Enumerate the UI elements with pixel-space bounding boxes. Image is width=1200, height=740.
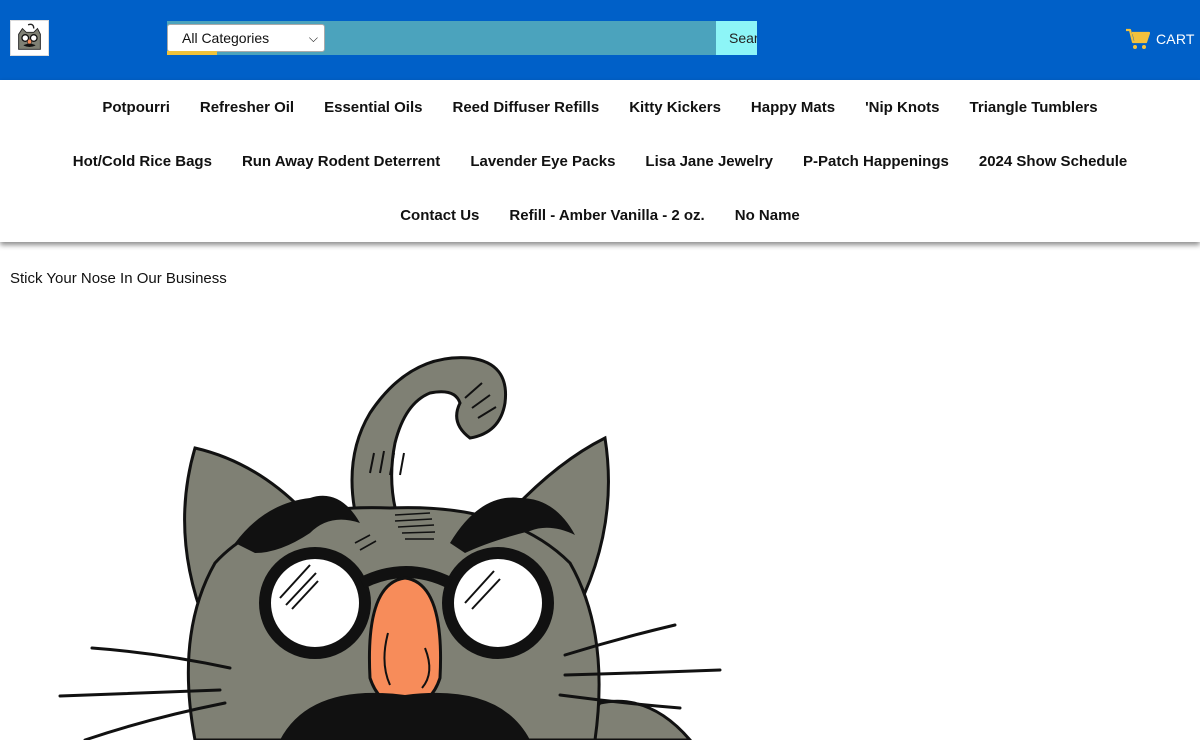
category-select-value: All Categories	[182, 30, 270, 46]
search-button[interactable]: Search	[716, 21, 757, 55]
category-select[interactable]: All Categories ⌵	[167, 24, 325, 52]
nav-item-happy-mats[interactable]: Happy Mats	[751, 99, 835, 116]
cart-label: CART	[1156, 31, 1195, 47]
nav-item-rodent-deterrent[interactable]: Run Away Rodent Deterrent	[242, 153, 440, 170]
nav-item-show-schedule[interactable]: 2024 Show Schedule	[979, 153, 1127, 170]
nav-item-p-patch-happenings[interactable]: P-Patch Happenings	[803, 153, 949, 170]
nav-item-kitty-kickers[interactable]: Kitty Kickers	[629, 99, 721, 116]
nav-row-1: Potpourri Refresher Oil Essential Oils R…	[0, 80, 1200, 134]
nav-item-essential-oils[interactable]: Essential Oils	[324, 99, 422, 116]
top-header-bar: All Categories ⌵ Search CART	[0, 0, 1200, 80]
nav-item-reed-diffuser-refills[interactable]: Reed Diffuser Refills	[452, 99, 599, 116]
hero-image	[10, 303, 786, 740]
nav-item-lisa-jane-jewelry[interactable]: Lisa Jane Jewelry	[645, 153, 773, 170]
nav-item-potpourri[interactable]: Potpourri	[102, 99, 170, 116]
nav-row-3: Contact Us Refill - Amber Vanilla - 2 oz…	[0, 188, 1200, 242]
site-logo[interactable]	[10, 20, 49, 56]
nav-item-contact-us[interactable]: Contact Us	[400, 207, 479, 224]
nav-item-no-name[interactable]: No Name	[735, 207, 800, 224]
nav-item-refresher-oil[interactable]: Refresher Oil	[200, 99, 294, 116]
chevron-down-icon: ⌵	[308, 31, 318, 45]
cat-logo-icon	[11, 21, 48, 55]
nav-item-nip-knots[interactable]: 'Nip Knots	[865, 99, 939, 116]
search-bar: All Categories ⌵ Search	[167, 21, 757, 55]
nav-item-triangle-tumblers[interactable]: Triangle Tumblers	[970, 99, 1098, 116]
cat-in-disguise-illustration-icon	[10, 303, 786, 740]
search-input[interactable]	[325, 21, 716, 55]
shopping-cart-icon	[1126, 28, 1150, 49]
main-navigation: Potpourri Refresher Oil Essential Oils R…	[0, 80, 1200, 242]
cart-link[interactable]: CART	[1126, 26, 1195, 52]
page-tagline: Stick Your Nose In Our Business	[10, 270, 227, 287]
nav-row-2: Hot/Cold Rice Bags Run Away Rodent Deter…	[0, 134, 1200, 188]
nav-item-lavender-eye-packs[interactable]: Lavender Eye Packs	[470, 153, 615, 170]
search-focus-underline	[167, 51, 217, 55]
nav-item-refill-amber-vanilla[interactable]: Refill - Amber Vanilla - 2 oz.	[509, 207, 704, 224]
nav-item-rice-bags[interactable]: Hot/Cold Rice Bags	[73, 153, 212, 170]
